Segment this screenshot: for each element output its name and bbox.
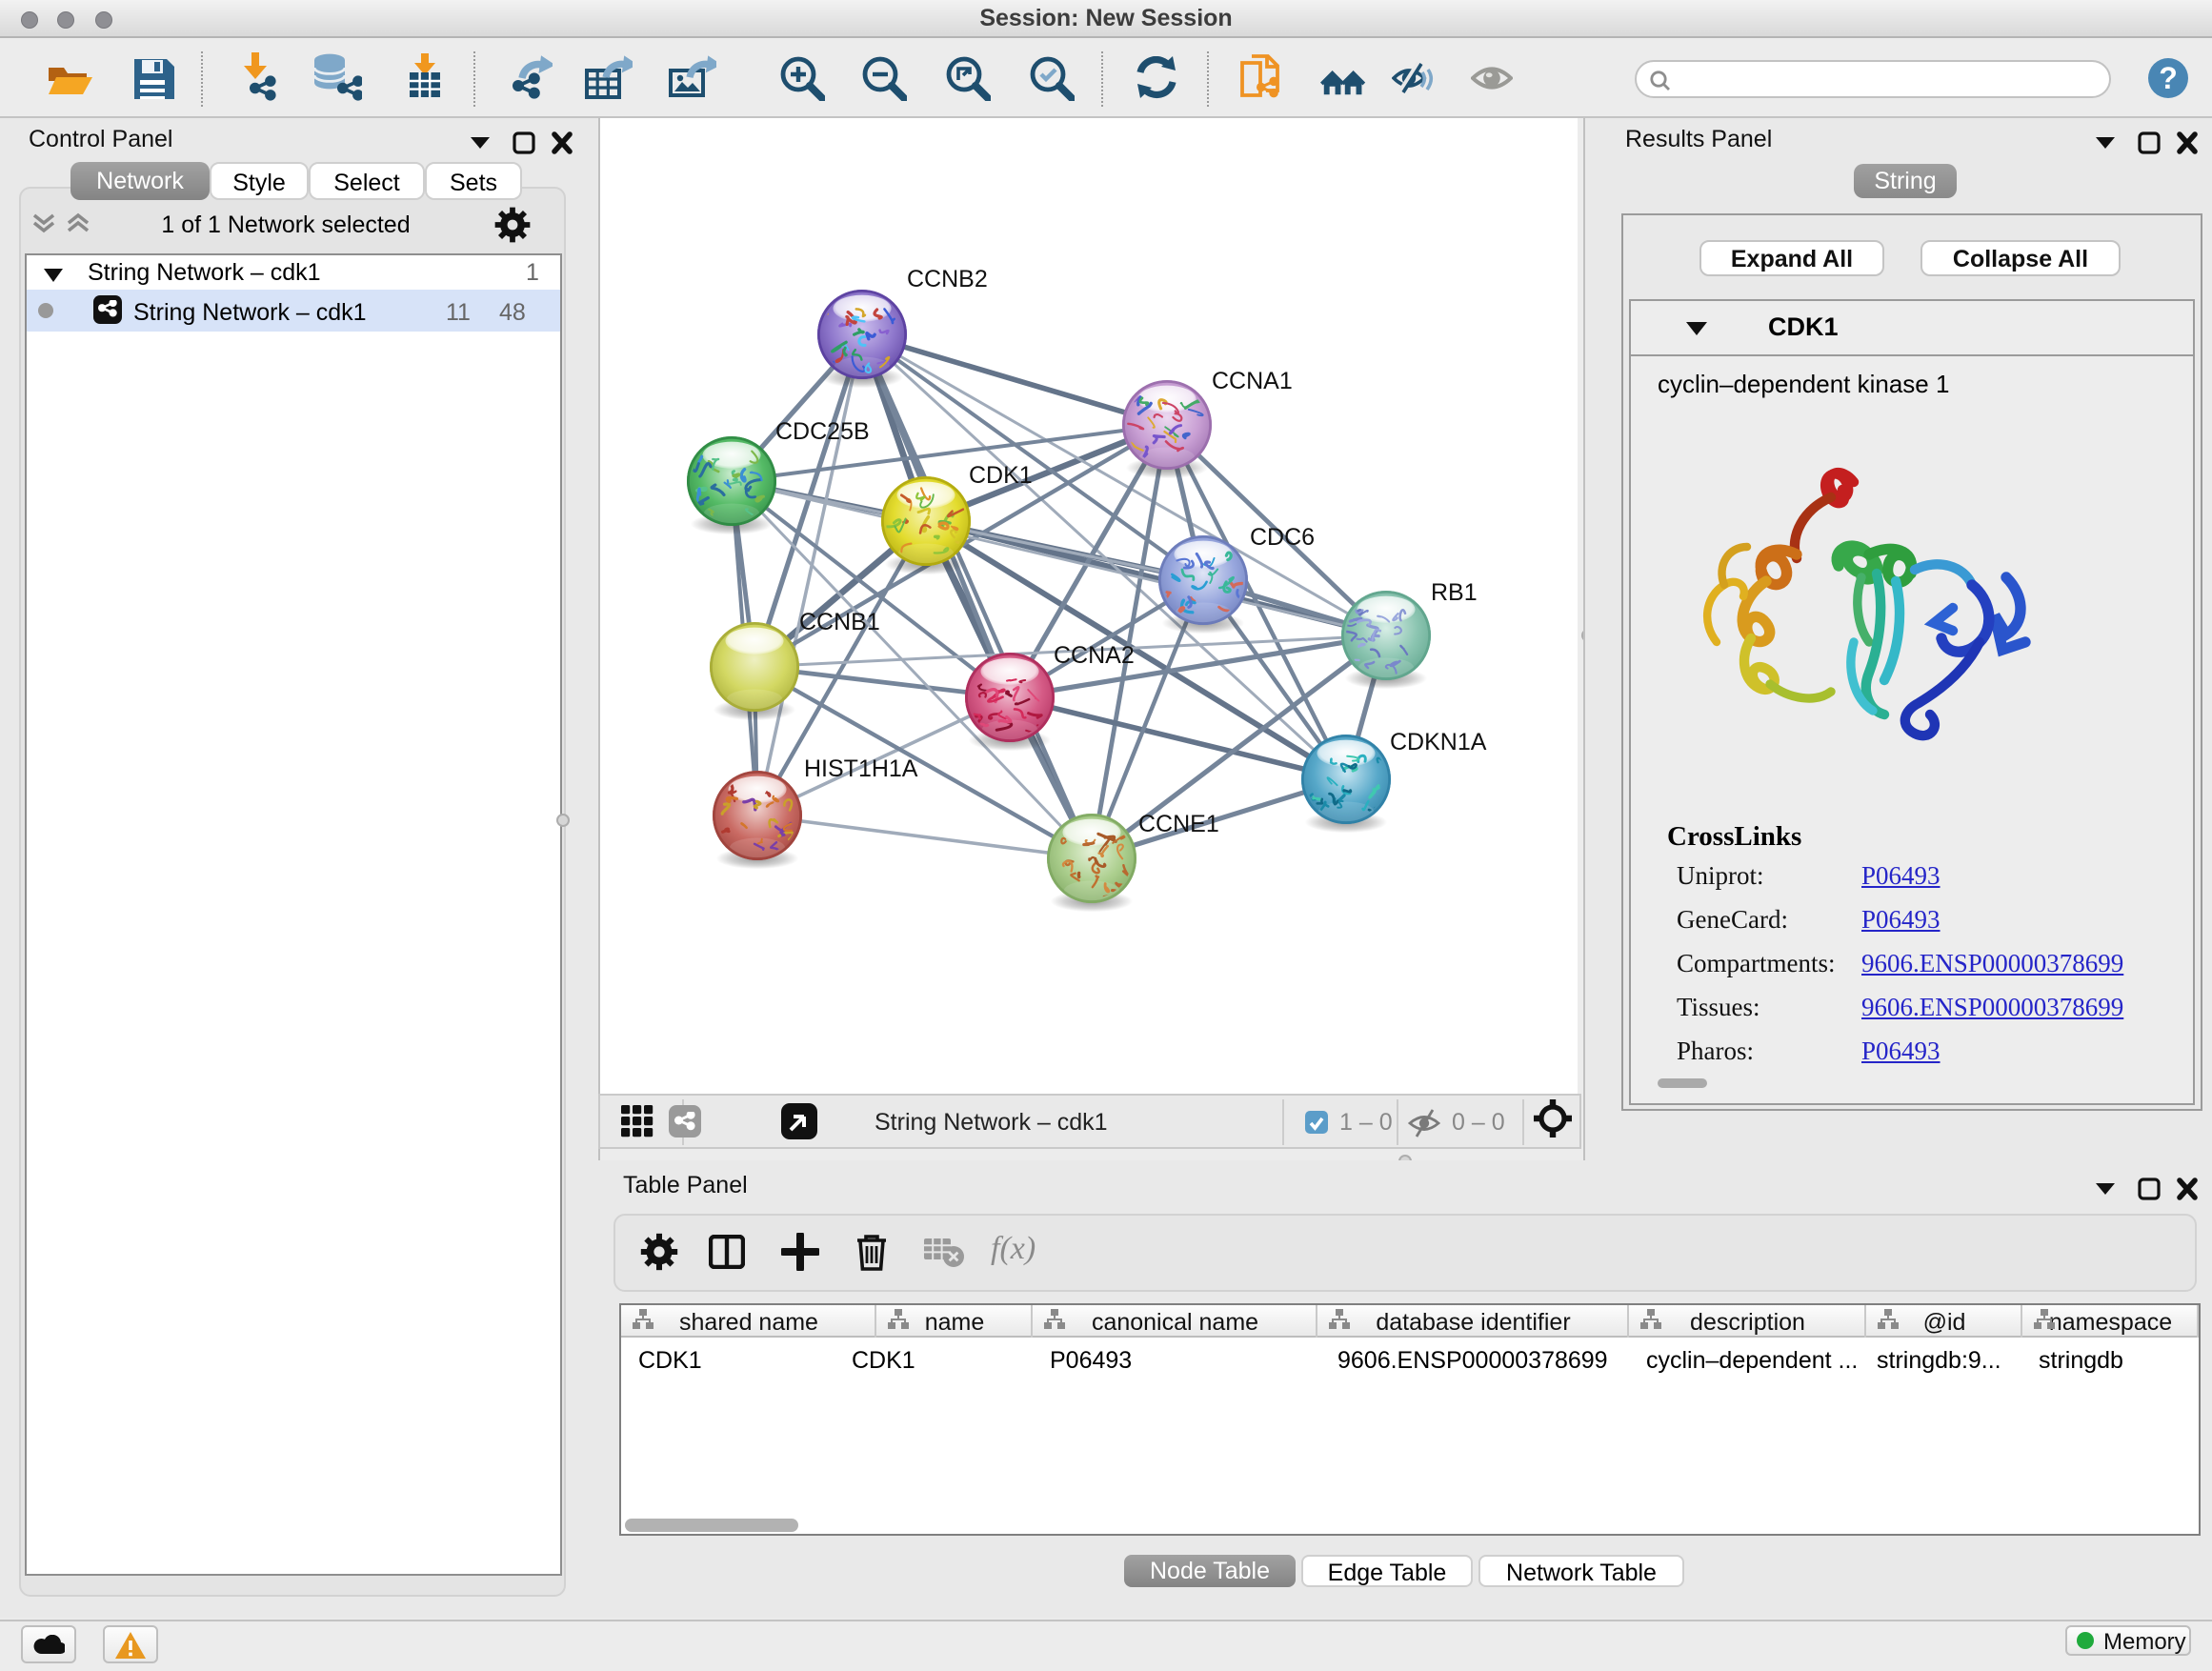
svg-text:?: ? [2159, 61, 2178, 95]
